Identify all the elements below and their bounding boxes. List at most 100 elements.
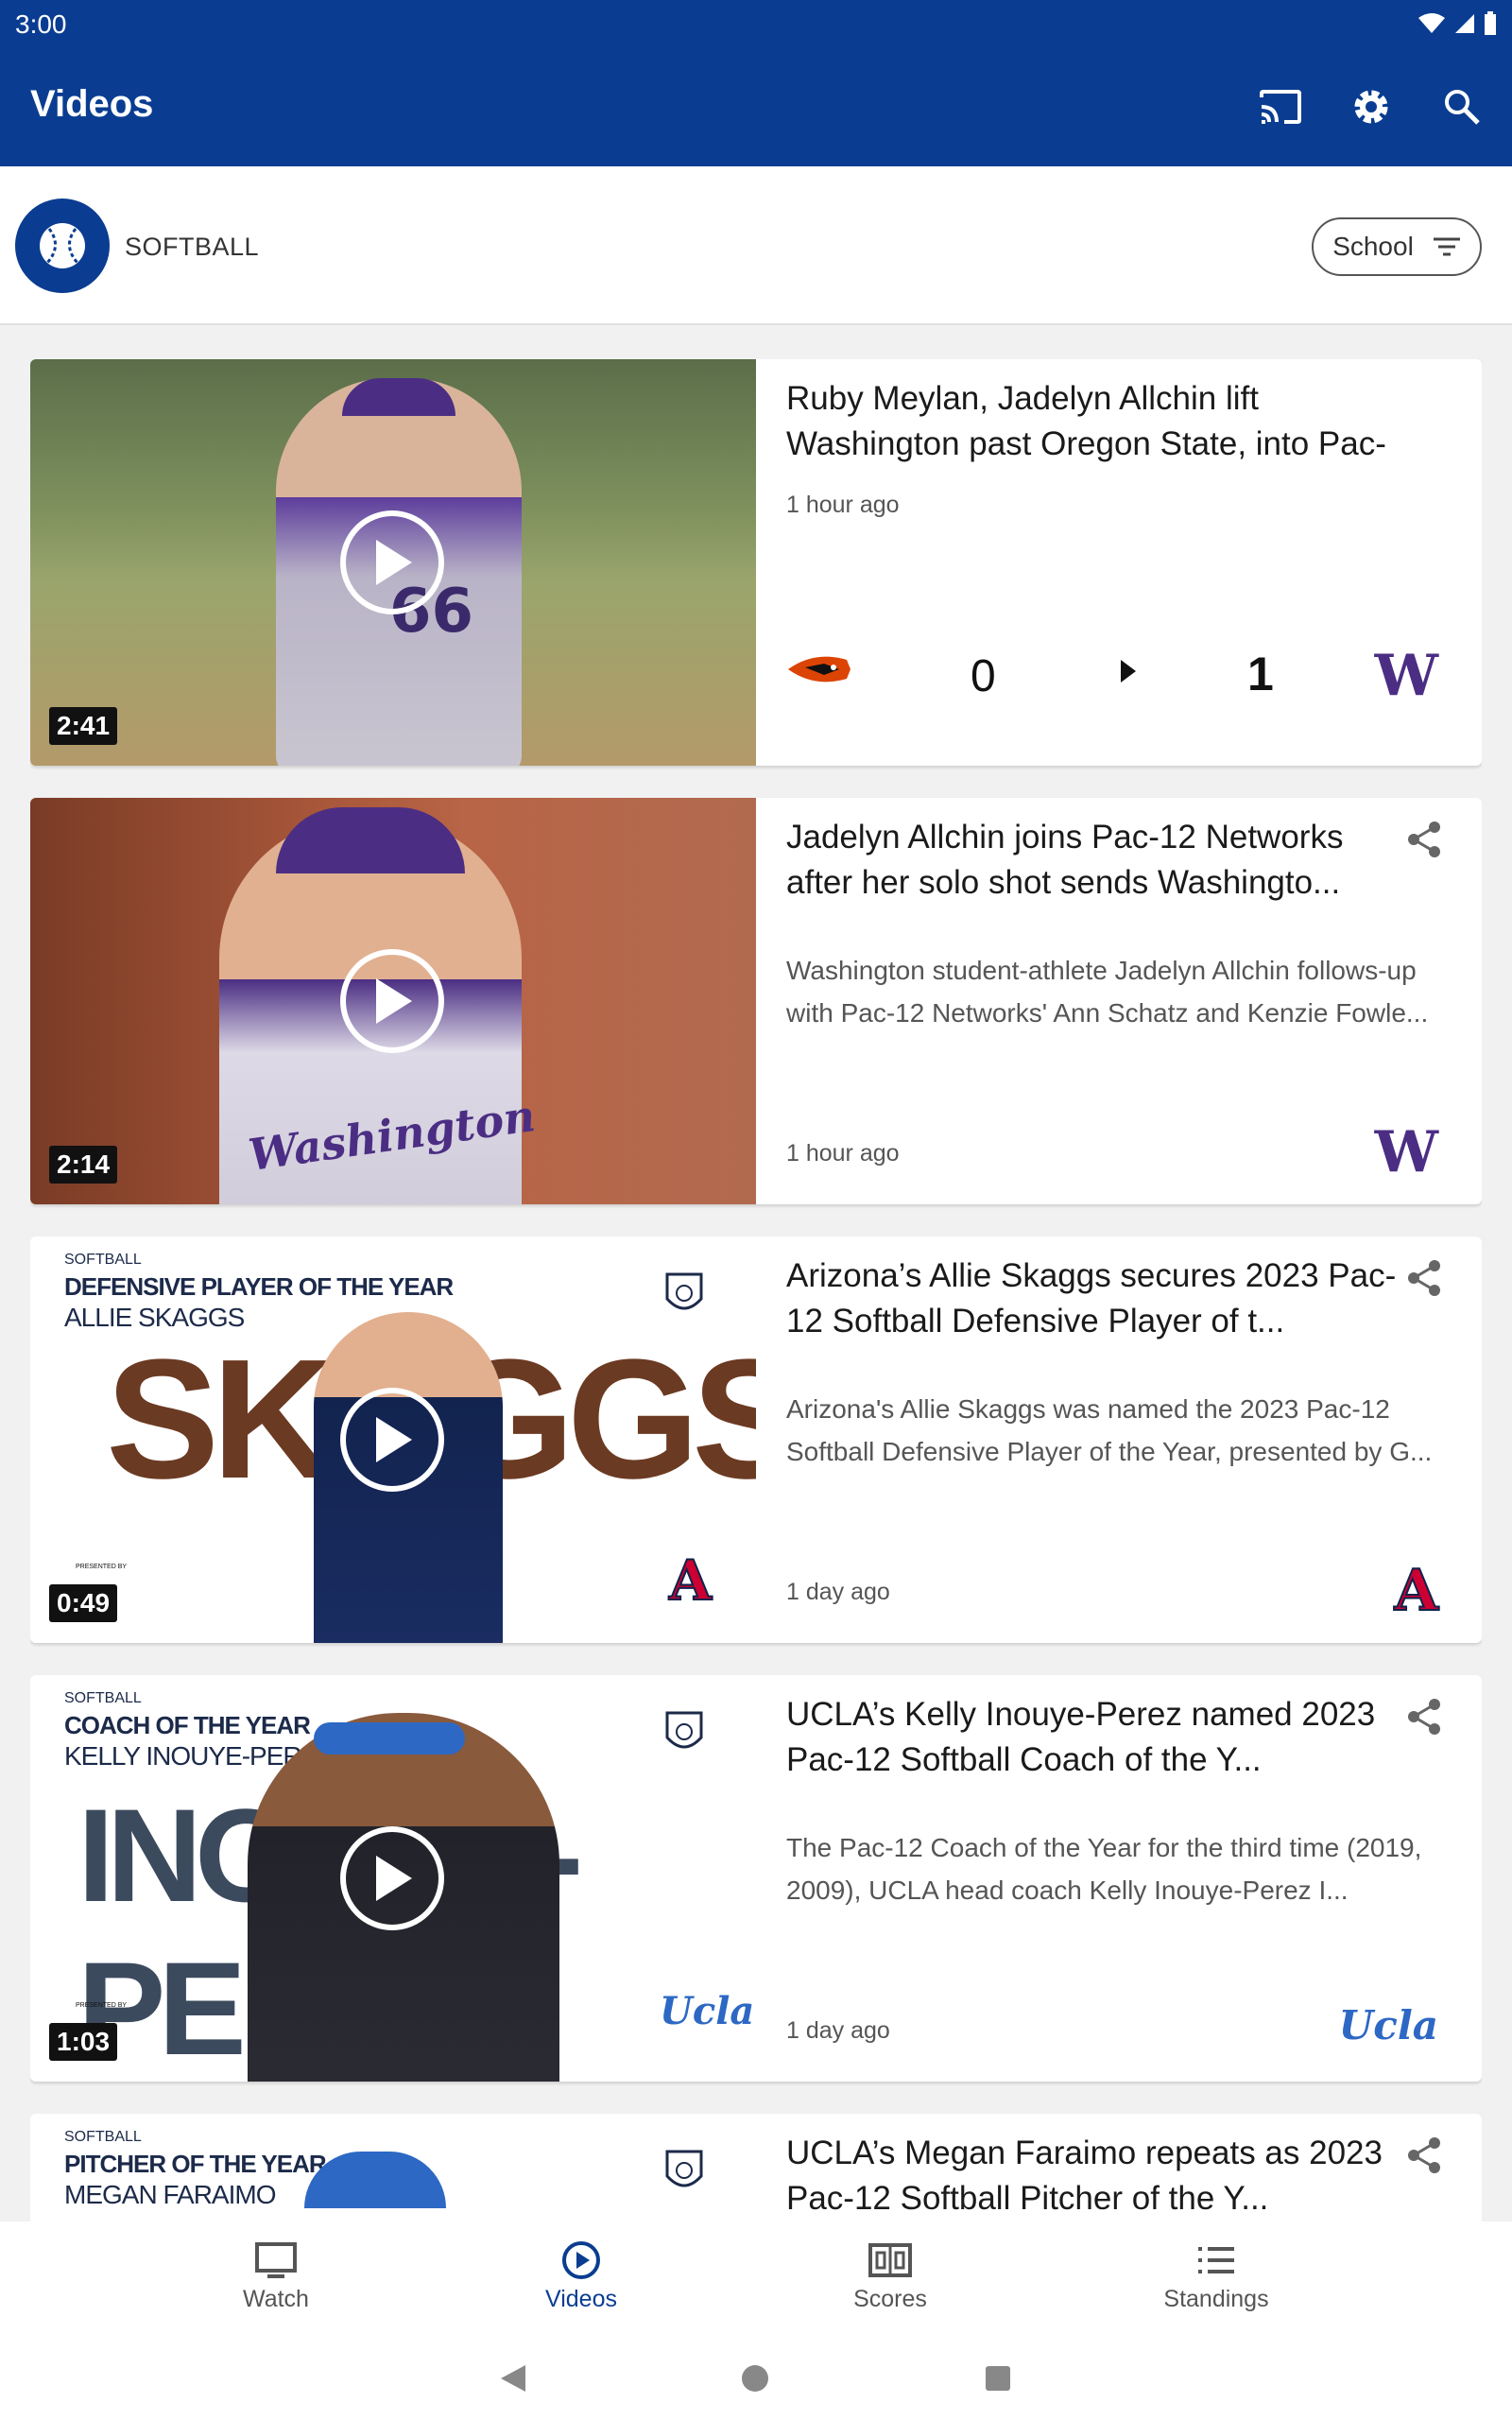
search-icon — [1445, 90, 1480, 125]
sport-label: SOFTBALL — [125, 233, 260, 261]
graphic-name: MEGAN FARAIMO — [64, 2180, 276, 2209]
video-card[interactable]: SOFTBALL PITCHER OF THE YEAR MEGAN FARAI… — [30, 2114, 1482, 2221]
video-thumbnail[interactable]: SOFTBALL PITCHER OF THE YEAR MEGAN FARAI… — [30, 2114, 756, 2221]
filter-label: School — [1332, 232, 1414, 261]
video-card[interactable]: SOFTBALL COACH OF THE YEAR KELLY INOUYE-… — [30, 1675, 1482, 2082]
share-button[interactable] — [1402, 1255, 1448, 1301]
nav-item-scores[interactable]: Scores — [767, 2235, 1013, 2313]
video-duration: 2:14 — [49, 1146, 118, 1184]
winner-arrow-icon — [1121, 660, 1136, 683]
oregon-state-logo — [788, 656, 850, 683]
system-icons — [1418, 11, 1497, 36]
video-time: 1 day ago — [786, 2017, 890, 2044]
nav-item-standings[interactable]: Standings — [1093, 2235, 1339, 2313]
graphic-award: DEFENSIVE PLAYER OF THE YEAR — [64, 1272, 454, 1301]
nav-item-watch[interactable]: Watch — [153, 2235, 399, 2313]
nav-label: Watch — [243, 2286, 309, 2312]
video-headline[interactable]: Jadelyn Allchin joins Pac-12 Networks af… — [786, 815, 1410, 906]
play-button[interactable] — [340, 1826, 444, 1930]
video-feed[interactable]: 66 2:41 Ruby Meylan, Jadelyn Allchin lif… — [30, 359, 1482, 2221]
nav-label: Scores — [853, 2286, 927, 2312]
player-cap — [276, 807, 465, 873]
video-info: UCLA’s Kelly Inouye-Perez named 2023 Pac… — [786, 1675, 1467, 2082]
video-info: Ruby Meylan, Jadelyn Allchin lift Washin… — [786, 359, 1467, 766]
pac12-logo — [665, 2150, 703, 2187]
video-thumbnail[interactable]: SOFTBALL COACH OF THE YEAR KELLY INOUYE-… — [30, 1675, 756, 2082]
video-card[interactable]: Washington 2:14 Jadelyn Allchin joins Pa… — [30, 798, 1482, 1204]
video-description: The Pac-12 Coach of the Year for the thi… — [786, 1833, 1422, 1905]
list-icon — [1198, 2247, 1234, 2273]
play-button[interactable] — [340, 1388, 444, 1492]
video-duration: 2:41 — [49, 707, 118, 745]
video-headline[interactable]: UCLA’s Megan Faraimo repeats as 2023 Pac… — [786, 2131, 1410, 2221]
share-icon — [1408, 821, 1440, 857]
pac12-logo — [665, 1272, 703, 1310]
video-card[interactable]: 66 2:41 Ruby Meylan, Jadelyn Allchin lif… — [30, 359, 1482, 766]
video-thumbnail[interactable]: Washington 2:14 — [30, 798, 756, 1204]
school-filter-button[interactable]: School — [1312, 217, 1482, 276]
share-icon — [1408, 1699, 1440, 1735]
ucla-logo: Ucla — [1338, 2002, 1438, 2048]
pac12-logo — [665, 1711, 703, 1749]
away-score: 0 — [971, 651, 996, 701]
play-icon — [376, 1417, 412, 1462]
search-button[interactable] — [1431, 76, 1493, 138]
status-time: 3:00 — [15, 9, 67, 39]
cast-icon — [1260, 90, 1301, 124]
washington-logo: W — [1374, 643, 1438, 709]
play-button[interactable] — [340, 949, 444, 1053]
softball-logo[interactable] — [15, 199, 110, 293]
battery-icon — [1485, 11, 1496, 35]
system-navigation — [0, 2335, 1512, 2420]
ucla-logo: Ucla — [660, 1989, 755, 2033]
back-icon[interactable] — [499, 2363, 527, 2394]
share-icon — [1408, 1260, 1440, 1296]
video-time: 1 hour ago — [786, 1140, 900, 1167]
video-headline[interactable]: UCLA’s Kelly Inouye-Perez named 2023 Pac… — [786, 1692, 1410, 1783]
video-info: UCLA’s Megan Faraimo repeats as 2023 Pac… — [786, 2114, 1467, 2221]
nav-label: Standings — [1163, 2286, 1269, 2312]
play-icon — [376, 1856, 412, 1901]
wifi-icon — [1418, 13, 1445, 33]
graphic-award: COACH OF THE YEAR — [64, 1711, 311, 1739]
graphic-sport: SOFTBALL — [64, 1690, 142, 1706]
share-icon — [1408, 2137, 1440, 2173]
video-duration: 1:03 — [49, 2023, 118, 2061]
share-button[interactable] — [1402, 2133, 1448, 2178]
play-button[interactable] — [340, 510, 444, 614]
arizona-logo: A — [1393, 1557, 1439, 1625]
video-time: 1 hour ago — [786, 492, 900, 518]
video-headline[interactable]: Ruby Meylan, Jadelyn Allchin lift Washin… — [786, 376, 1410, 467]
video-thumbnail[interactable]: 66 2:41 — [30, 359, 756, 766]
cast-button[interactable] — [1249, 76, 1312, 138]
play-circle-icon — [562, 2241, 600, 2279]
graphic-sport: SOFTBALL — [64, 1252, 142, 1268]
home-icon[interactable] — [740, 2363, 770, 2394]
gear-icon — [1354, 90, 1388, 124]
video-info: Jadelyn Allchin joins Pac-12 Networks af… — [786, 798, 1467, 1204]
app-bar: Videos — [0, 47, 1512, 166]
page-title: Videos — [30, 83, 154, 125]
recents-icon[interactable] — [985, 2365, 1011, 2392]
video-headline[interactable]: Arizona’s Allie Skaggs secures 2023 Pac-… — [786, 1253, 1410, 1344]
home-score: 1 — [1247, 648, 1274, 700]
play-icon — [376, 978, 412, 1024]
video-info: Arizona’s Allie Skaggs secures 2023 Pac-… — [786, 1236, 1467, 1643]
nav-label: Videos — [545, 2286, 617, 2312]
graphic-award: PITCHER OF THE YEAR — [64, 2150, 327, 2178]
status-bar: 3:00 — [0, 0, 1512, 47]
coach-visor — [314, 1722, 465, 1754]
share-button[interactable] — [1402, 817, 1448, 862]
settings-button[interactable] — [1340, 76, 1402, 138]
nav-item-videos[interactable]: Videos — [458, 2235, 704, 2313]
video-card[interactable]: SOFTBALL DEFENSIVE PLAYER OF THE YEAR AL… — [30, 1236, 1482, 1643]
share-button[interactable] — [1402, 1694, 1448, 1739]
video-description: Washington student-athlete Jadelyn Allch… — [786, 956, 1429, 1028]
video-description: Arizona's Allie Skaggs was named the 202… — [786, 1394, 1433, 1466]
washington-logo: W — [1374, 1119, 1438, 1185]
video-time: 1 day ago — [786, 1579, 890, 1605]
presented-by-text: PRESENTED BY — [76, 2002, 128, 2009]
arizona-logo: A — [668, 1547, 713, 1614]
bottom-navigation: Watch Videos Scores Standings — [0, 2221, 1512, 2335]
video-thumbnail[interactable]: SOFTBALL DEFENSIVE PLAYER OF THE YEAR AL… — [30, 1236, 756, 1643]
